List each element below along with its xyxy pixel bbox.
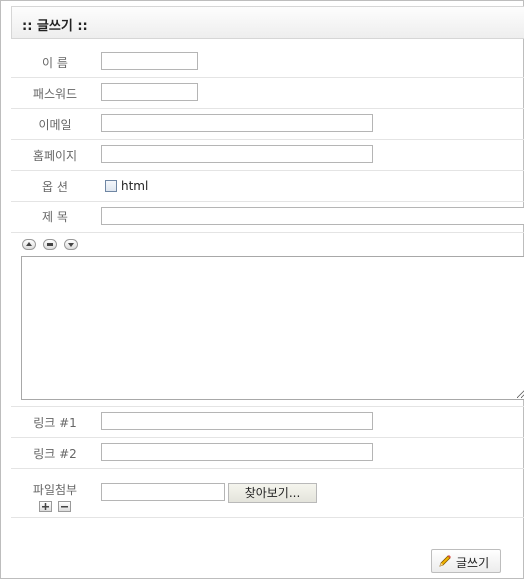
html-checkbox[interactable] <box>105 180 117 192</box>
textarea-shrink-button[interactable] <box>22 239 36 250</box>
write-form-panel: :: 글쓰기 :: 이 름 패스워드 이메일 홈페이지 옵 션 html 제 목 <box>0 0 524 579</box>
pencil-icon <box>439 555 451 567</box>
textarea-expand-button[interactable] <box>64 239 78 250</box>
email-input[interactable] <box>101 114 373 132</box>
arrow-down-icon <box>68 243 74 247</box>
homepage-row: 홈페이지 <box>11 140 524 171</box>
html-option-label[interactable]: html <box>121 179 148 193</box>
password-input[interactable] <box>101 83 198 101</box>
link2-row: 링크 #2 <box>11 438 524 469</box>
email-label: 이메일 <box>38 118 72 132</box>
option-label: 옵 션 <box>42 180 68 194</box>
subject-input[interactable] <box>101 207 524 225</box>
name-row: 이 름 <box>11 46 524 78</box>
browse-button[interactable]: 찾아보기... <box>228 483 317 503</box>
link2-input[interactable] <box>101 443 373 461</box>
plus-icon <box>42 503 49 510</box>
link1-input[interactable] <box>101 412 373 430</box>
submit-button[interactable]: 글쓰기 <box>431 549 501 573</box>
submit-button-label: 글쓰기 <box>456 556 490 570</box>
content-textarea[interactable] <box>21 256 524 400</box>
subject-label: 제 목 <box>42 210 68 224</box>
option-row: 옵 션 html <box>11 171 524 202</box>
link1-label: 링크 #1 <box>33 416 77 430</box>
link1-row: 링크 #1 <box>11 407 524 438</box>
homepage-input[interactable] <box>101 145 373 163</box>
remove-file-button[interactable] <box>58 501 71 512</box>
subject-row: 제 목 <box>11 202 524 233</box>
textarea-reset-button[interactable] <box>43 239 57 250</box>
equal-icon <box>47 243 53 246</box>
link2-label: 링크 #2 <box>33 447 77 461</box>
email-row: 이메일 <box>11 109 524 140</box>
password-label: 패스워드 <box>32 87 78 101</box>
arrow-up-icon <box>26 242 32 246</box>
minus-icon <box>61 506 68 508</box>
file-label: 파일첨부 <box>32 483 78 497</box>
add-file-button[interactable] <box>39 501 52 512</box>
name-input[interactable] <box>101 52 198 70</box>
password-row: 패스워드 <box>11 78 524 109</box>
title-bar: :: 글쓰기 :: <box>11 6 524 39</box>
name-label: 이 름 <box>42 56 68 70</box>
file-path-input[interactable] <box>101 483 225 501</box>
homepage-label: 홈페이지 <box>32 149 78 163</box>
page-title: :: 글쓰기 :: <box>22 19 88 34</box>
